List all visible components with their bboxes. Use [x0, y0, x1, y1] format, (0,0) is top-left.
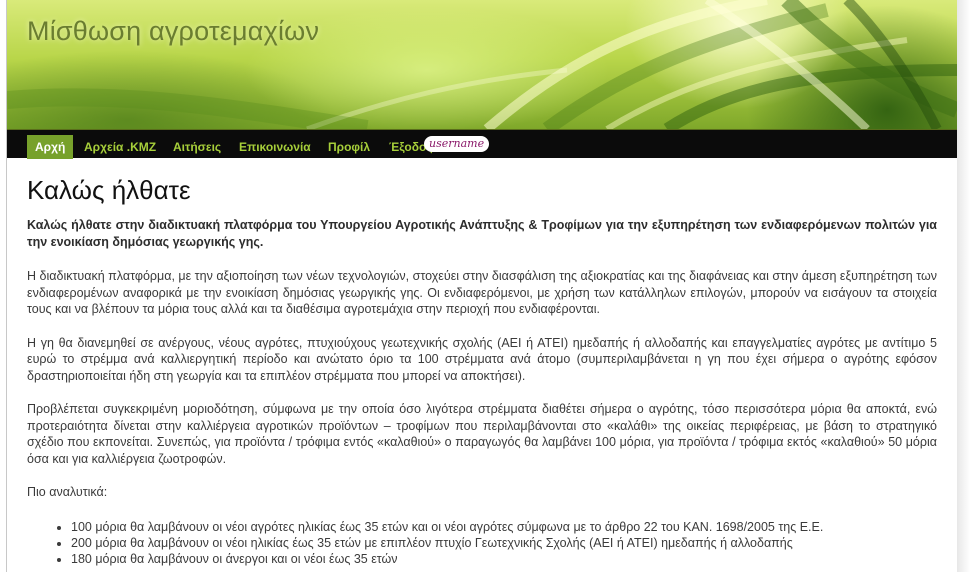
- paragraph-platform: Η διαδικτυακή πλατφόρμα, με την αξιοποίη…: [27, 269, 937, 316]
- nav-item-home[interactable]: Αρχή: [27, 135, 74, 159]
- list-item: 180 μόρια θα λαμβάνουν οι άνεργοι και οι…: [71, 551, 937, 567]
- nav-item-kmz-files[interactable]: Αρχεία .KMZ: [76, 135, 164, 159]
- list-item: 200 μόρια θα λαμβάνουν οι νέοι ηλικίας έ…: [71, 535, 937, 551]
- page-frame: Μίσθωση αγροτεμαχίων Αρχή Αρχεία .KMZ Αι…: [6, 0, 958, 572]
- page-shadow: [957, 0, 970, 572]
- page-title: Καλώς ήλθατε: [27, 175, 191, 205]
- paragraph-scoring: Προβλέπεται συγκεκριμένη μοριοδότηση, σύ…: [27, 402, 937, 466]
- details-list: 100 μόρια θα λαμβάνουν οι νέοι αγρότες η…: [27, 519, 937, 567]
- username-badge: username: [424, 136, 490, 152]
- intro-text: Καλώς ήλθατε στην διαδικτυακή πλατφόρμα …: [27, 218, 937, 249]
- paragraph-land-distribution: Η γη θα διανεμηθεί σε ανέργους, νέους αγ…: [27, 335, 937, 383]
- site-title: Μίσθωση αγροτεμαχίων: [27, 16, 320, 46]
- nav-item-contact[interactable]: Επικοινωνία: [231, 135, 319, 159]
- list-item: 100 μόρια θα λαμβάνουν οι νέοι αγρότες η…: [71, 519, 937, 535]
- paragraph-details-heading: Πιο αναλυτικά:: [27, 485, 108, 499]
- main-content: Καλώς ήλθατε Καλώς ήλθατε στην διαδικτυα…: [27, 157, 937, 567]
- nav-item-applications[interactable]: Αιτήσεις: [165, 135, 229, 159]
- nav-item-profile[interactable]: Προφίλ: [320, 135, 378, 159]
- header-banner: Μίσθωση αγροτεμαχίων: [7, 0, 957, 129]
